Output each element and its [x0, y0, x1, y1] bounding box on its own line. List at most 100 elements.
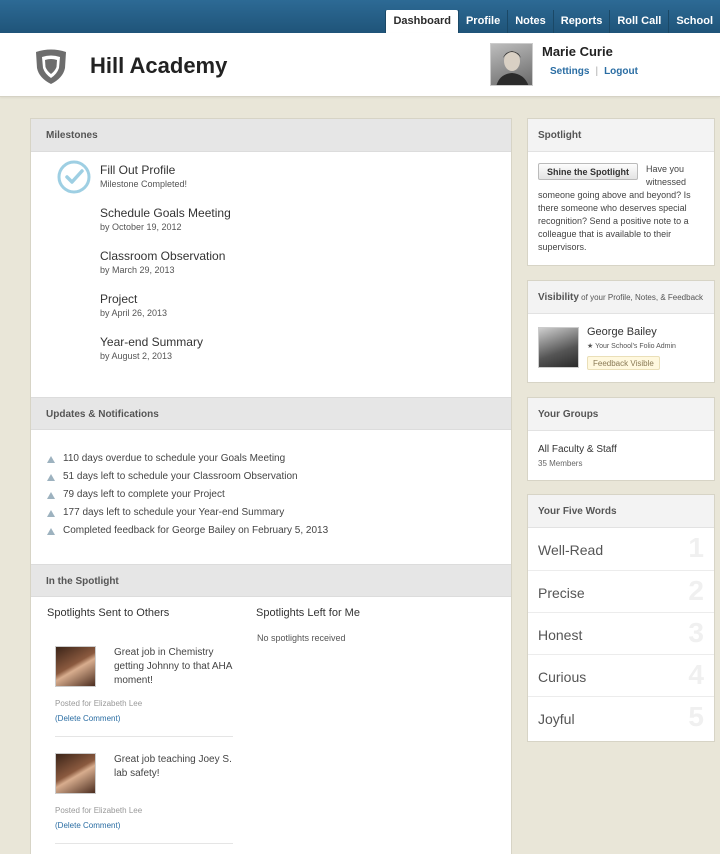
- entry-divider: [55, 736, 233, 737]
- main-panel: Milestones Fill Out Profile Milestone Co…: [30, 118, 512, 854]
- milestone-due: by April 26, 2013: [100, 308, 168, 318]
- word-text: Curious: [538, 669, 587, 685]
- spotlights-sent-title: Spotlights Sent to Others: [47, 607, 170, 619]
- logout-link[interactable]: Logout: [604, 66, 638, 77]
- settings-link[interactable]: Settings: [550, 66, 589, 77]
- spotlights-received-title: Spotlights Left for Me: [256, 607, 360, 619]
- word-rank: 2: [688, 575, 704, 606]
- word-text: Well-Read: [538, 542, 604, 558]
- milestone-status: Milestone Completed!: [100, 179, 188, 189]
- school-name: Hill Academy: [90, 53, 228, 78]
- visibility-title: Visibility: [538, 292, 579, 303]
- admin-role: ★ Your School's Folio Admin: [587, 343, 676, 350]
- alert-triangle-icon: [47, 474, 55, 481]
- alert-triangle-icon: [47, 528, 55, 535]
- word-rank: 5: [688, 701, 704, 732]
- spotlight-body: Shine the Spotlight Have you witnessed s…: [528, 152, 714, 254]
- milestone-due: by March 29, 2013: [100, 265, 175, 275]
- update-text: 51 days left to schedule your Classroom …: [63, 471, 298, 482]
- feedback-visible-badge: Feedback Visible: [587, 356, 660, 370]
- user-name: Marie Curie: [542, 44, 613, 59]
- delete-comment-link[interactable]: (Delete Comment): [55, 821, 120, 830]
- entry-divider: [55, 843, 233, 844]
- milestone-title: Schedule Goals Meeting: [100, 206, 231, 220]
- admin-photo: [538, 327, 579, 368]
- milestone-due: by August 2, 2013: [100, 351, 173, 361]
- group-member-count: 35 Members: [538, 459, 583, 468]
- update-item: Completed feedback for George Bailey on …: [31, 522, 511, 540]
- milestone-due: by October 19, 2012: [100, 222, 182, 232]
- shine-spotlight-button[interactable]: Shine the Spotlight: [538, 163, 638, 180]
- five-words-heading: Your Five Words: [528, 495, 714, 528]
- spotlight-panel-heading: Spotlight: [528, 119, 714, 152]
- posted-for: Posted for Elizabeth Lee: [55, 806, 143, 815]
- word-item: Precise 2: [528, 570, 714, 612]
- user-links: Settings | Logout: [550, 66, 638, 77]
- in-spotlight-heading: In the Spotlight: [31, 564, 511, 597]
- admin-name[interactable]: George Bailey: [587, 326, 657, 338]
- check-circle-icon: [57, 160, 91, 194]
- milestones-list: Fill Out Profile Milestone Completed! Sc…: [31, 152, 511, 397]
- five-words-panel: Your Five Words Well-Read 1 Precise 2 Hone…: [527, 494, 715, 742]
- delete-comment-link[interactable]: (Delete Comment): [55, 714, 120, 723]
- milestone-title: Classroom Observation: [100, 249, 226, 263]
- tab-reports[interactable]: Reports: [552, 10, 610, 33]
- update-item: 51 days left to schedule your Classroom …: [31, 468, 511, 486]
- main-nav: Dashboard Profile Notes Reports Roll Cal…: [385, 10, 720, 33]
- spotlight-message: Great job in Chemistry getting Johnny to…: [114, 647, 232, 686]
- tab-notes[interactable]: Notes: [507, 10, 553, 33]
- page-header: Hill Academy Marie Curie Settings | Logout: [0, 33, 720, 97]
- spotlight-message: Great job teaching Joey S. lab safety!: [114, 754, 232, 779]
- milestone-title: Fill Out Profile: [100, 163, 176, 177]
- word-text: Precise: [538, 585, 585, 601]
- alert-triangle-icon: [47, 456, 55, 463]
- update-text: 110 days overdue to schedule your Goals …: [63, 453, 286, 464]
- no-spotlights-text: No spotlights received: [257, 633, 346, 643]
- update-item: 110 days overdue to schedule your Goals …: [31, 450, 511, 468]
- milestone-item[interactable]: Fill Out Profile Milestone Completed!: [100, 163, 187, 189]
- shield-logo-icon: [36, 49, 66, 84]
- word-text: Joyful: [538, 711, 575, 727]
- update-text: Completed feedback for George Bailey on …: [63, 525, 329, 536]
- visibility-subtitle: of your Profile, Notes, & Feedback: [578, 293, 704, 302]
- spotlight-panel: Spotlight Shine the Spotlight Have you w…: [527, 118, 715, 266]
- tab-profile[interactable]: Profile: [457, 10, 507, 33]
- word-text: Honest: [538, 627, 583, 643]
- word-rank: 1: [688, 532, 704, 563]
- word-item: Well-Read 1: [528, 528, 714, 570]
- updates-heading: Updates & Notifications: [31, 397, 511, 430]
- groups-heading: Your Groups: [528, 398, 714, 431]
- update-item: 79 days left to complete your Project: [31, 486, 511, 504]
- portrait-icon: [496, 51, 529, 85]
- milestone-title: Year-end Summary: [100, 335, 203, 349]
- spotlight-area: Spotlights Sent to Others Spotlights Lef…: [31, 597, 511, 854]
- groups-panel: Your Groups All Faculty & Staff 35 Membe…: [527, 397, 715, 481]
- user-avatar[interactable]: [490, 43, 533, 86]
- updates-list: 110 days overdue to schedule your Goals …: [31, 430, 511, 564]
- group-name[interactable]: All Faculty & Staff: [538, 444, 617, 455]
- word-item: Joyful 5: [528, 696, 714, 738]
- milestone-item[interactable]: Schedule Goals Meeting by October 19, 20…: [100, 206, 231, 232]
- alert-triangle-icon: [47, 510, 55, 517]
- link-separator: |: [595, 66, 599, 77]
- alert-triangle-icon: [47, 492, 55, 499]
- word-item: Curious 4: [528, 654, 714, 696]
- milestone-item[interactable]: Project by April 26, 2013: [100, 292, 167, 318]
- milestone-title: Project: [100, 292, 138, 306]
- word-rank: 4: [688, 659, 704, 690]
- milestone-item[interactable]: Year-end Summary by August 2, 2013: [100, 335, 203, 361]
- visibility-heading: Visibility of your Profile, Notes, & Fee…: [528, 281, 714, 314]
- five-words-list: Well-Read 1 Precise 2 Honest 3 Curious 4 Joy…: [528, 528, 714, 738]
- word-item: Honest 3: [528, 612, 714, 654]
- milestone-item[interactable]: Classroom Observation by March 29, 2013: [100, 249, 225, 275]
- milestones-heading: Milestones: [31, 119, 511, 152]
- top-bar: Dashboard Profile Notes Reports Roll Cal…: [0, 0, 720, 33]
- tab-dashboard[interactable]: Dashboard: [385, 10, 458, 33]
- recipient-photo: [55, 753, 96, 794]
- update-text: 79 days left to complete your Project: [63, 489, 225, 500]
- tab-roll-call[interactable]: Roll Call: [609, 10, 668, 33]
- visibility-panel: Visibility of your Profile, Notes, & Fee…: [527, 280, 715, 383]
- tab-school[interactable]: School: [668, 10, 720, 33]
- word-rank: 3: [688, 617, 704, 648]
- posted-for: Posted for Elizabeth Lee: [55, 699, 143, 708]
